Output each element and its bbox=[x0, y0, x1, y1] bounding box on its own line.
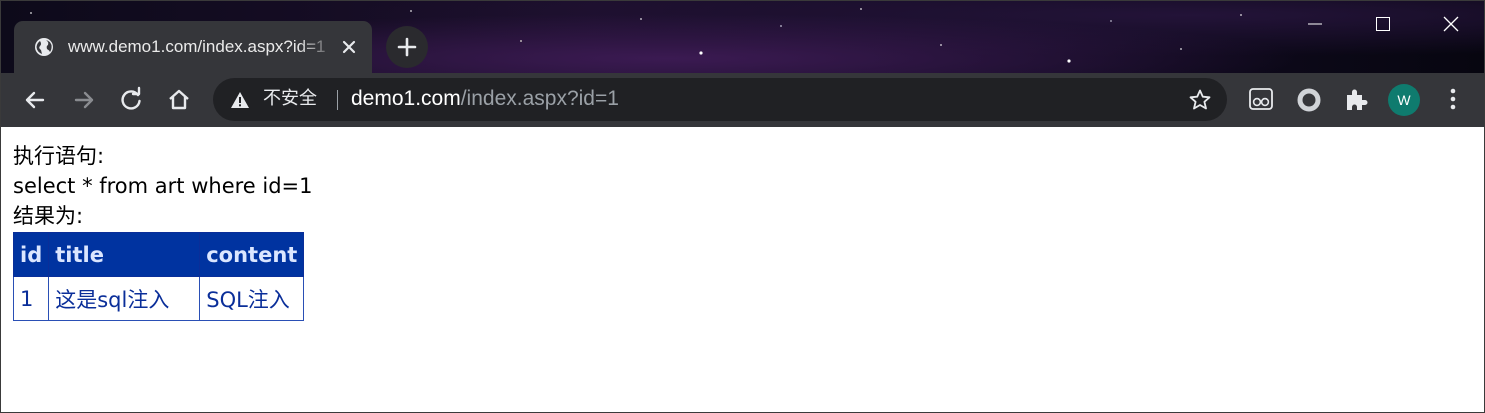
globe-icon bbox=[35, 38, 53, 56]
result-table: id title content 1 这是sql注入 SQL注入 bbox=[12, 232, 305, 321]
browser-window: www.demo1.com/index.aspx?id=1 不安全 demo1.… bbox=[0, 0, 1485, 413]
home-icon[interactable] bbox=[165, 86, 193, 114]
statement-label: 执行语句: bbox=[13, 144, 105, 168]
cell-id: 1 bbox=[12, 276, 50, 321]
column-header-title: title bbox=[48, 232, 201, 277]
back-arrow-icon[interactable] bbox=[21, 86, 49, 114]
cell-title: 这是sql注入 bbox=[48, 276, 201, 321]
extension-circle-icon[interactable] bbox=[1295, 86, 1323, 114]
plus-icon bbox=[397, 37, 417, 57]
table-row: 1 这是sql注入 SQL注入 bbox=[12, 276, 305, 321]
tab-title: www.demo1.com/index.aspx?id=1 bbox=[68, 37, 326, 56]
url-host: demo1.com bbox=[351, 87, 461, 110]
address-bar[interactable]: 不安全 demo1.com/index.aspx?id=1 bbox=[213, 78, 1227, 121]
menu-kebab-icon[interactable] bbox=[1441, 86, 1465, 112]
page-content: 执行语句: select * from art where id=1 结果为: … bbox=[1, 127, 1484, 412]
maximize-button[interactable] bbox=[1349, 1, 1417, 47]
table-header-row: id title content bbox=[12, 232, 305, 277]
security-label[interactable]: 不安全 bbox=[263, 87, 317, 111]
column-header-content: content bbox=[199, 232, 305, 277]
column-header-id: id bbox=[12, 232, 50, 277]
address-separator bbox=[337, 90, 338, 110]
title-bar: www.demo1.com/index.aspx?id=1 bbox=[1, 1, 1484, 73]
reload-icon[interactable] bbox=[117, 86, 145, 114]
extensions-puzzle-icon[interactable] bbox=[1343, 86, 1369, 112]
url-path: /index.aspx?id=1 bbox=[460, 87, 619, 110]
minimize-icon bbox=[1308, 23, 1322, 25]
warning-icon[interactable] bbox=[230, 91, 250, 109]
maximize-icon bbox=[1376, 17, 1390, 31]
url-text[interactable]: demo1.com/index.aspx?id=1 bbox=[351, 86, 619, 112]
forward-arrow-icon[interactable] bbox=[70, 86, 98, 114]
sql-statement: select * from art where id=1 bbox=[13, 174, 313, 198]
close-icon[interactable] bbox=[339, 37, 359, 57]
new-tab-button[interactable] bbox=[386, 26, 428, 68]
reading-glasses-icon[interactable] bbox=[1248, 86, 1274, 112]
minimize-button[interactable] bbox=[1281, 1, 1349, 47]
profile-avatar[interactable]: W bbox=[1388, 84, 1420, 116]
result-label: 结果为: bbox=[13, 204, 84, 228]
cell-content: SQL注入 bbox=[199, 276, 305, 321]
browser-toolbar: 不安全 demo1.com/index.aspx?id=1 W bbox=[1, 73, 1484, 127]
bookmark-star-icon[interactable] bbox=[1188, 88, 1212, 112]
close-window-button[interactable] bbox=[1417, 1, 1484, 47]
active-tab[interactable]: www.demo1.com/index.aspx?id=1 bbox=[14, 21, 372, 73]
close-icon bbox=[1443, 16, 1459, 32]
